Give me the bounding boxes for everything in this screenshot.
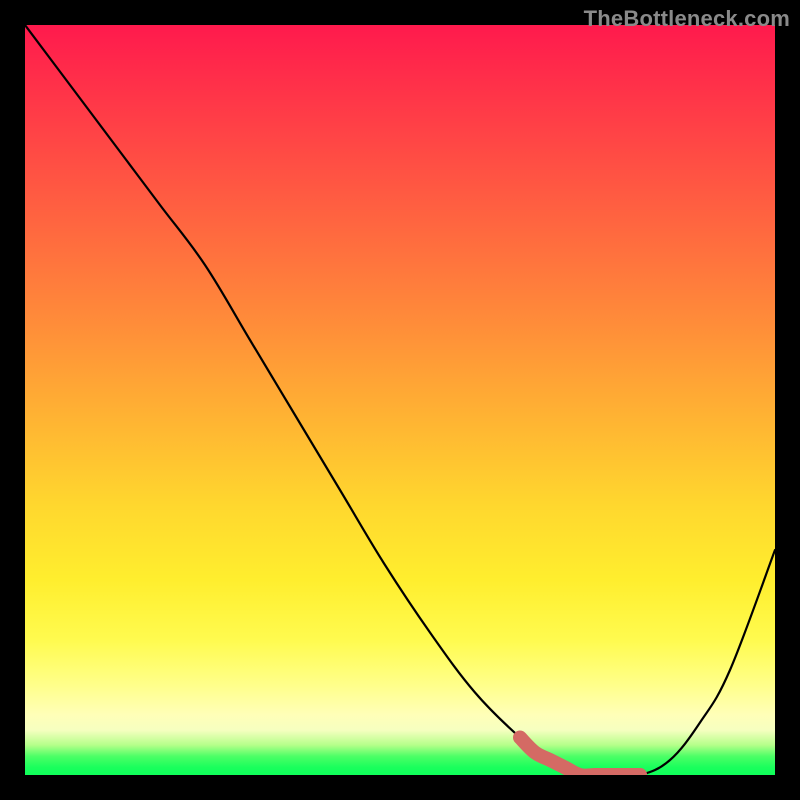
- watermark-text: TheBottleneck.com: [584, 6, 790, 32]
- plot-svg: [25, 25, 775, 775]
- plot-area: [25, 25, 775, 775]
- sweet-spot-dots: [603, 768, 647, 775]
- bottleneck-curve: [25, 25, 775, 775]
- bottleneck-chart: TheBottleneck.com: [0, 0, 800, 800]
